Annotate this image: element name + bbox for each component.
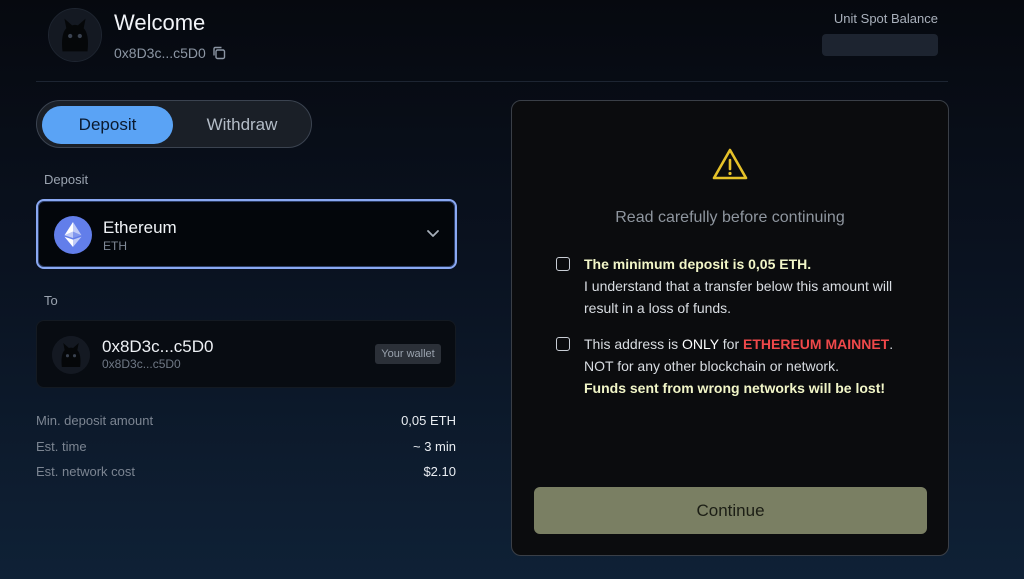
ack-network-only: ONLY bbox=[682, 336, 719, 352]
avatar bbox=[48, 8, 102, 62]
ack-network-name: ETHEREUM MAINNET bbox=[743, 336, 890, 352]
deposit-withdraw-tabs: Deposit Withdraw bbox=[36, 100, 312, 148]
ack-network-checkbox[interactable] bbox=[556, 337, 570, 351]
ack-minimum-checkbox[interactable] bbox=[556, 257, 570, 271]
asset-symbol: ETH bbox=[103, 239, 127, 253]
warning-icon bbox=[712, 148, 748, 180]
ack-network-text: This address is ONLY for ETHEREUM MAINNE… bbox=[584, 333, 914, 399]
tab-deposit[interactable]: Deposit bbox=[42, 106, 173, 144]
header-divider bbox=[36, 81, 948, 82]
chevron-down-icon bbox=[427, 230, 439, 237]
balance-value-placeholder bbox=[822, 34, 938, 56]
ethereum-icon bbox=[54, 216, 92, 254]
destination-address-sub: 0x8D3c...c5D0 bbox=[102, 357, 181, 371]
ack-network-period: . bbox=[889, 336, 894, 352]
balance-label: Unit Spot Balance bbox=[833, 11, 938, 26]
info-value: $2.10 bbox=[423, 464, 456, 479]
deposit-label: Deposit bbox=[44, 172, 89, 187]
ack-network-prefix: This address is bbox=[584, 336, 683, 352]
asset-select[interactable]: Ethereum ETH bbox=[36, 199, 457, 269]
tab-withdraw[interactable]: Withdraw bbox=[177, 106, 307, 144]
info-key: Est. time bbox=[36, 439, 87, 454]
asset-name: Ethereum bbox=[103, 218, 177, 237]
destination-address: 0x8D3c...c5D0 bbox=[102, 337, 214, 356]
your-wallet-badge: Your wallet bbox=[375, 344, 441, 364]
ack-network-line1: This address is ONLY for ETHEREUM MAINNE… bbox=[584, 333, 914, 355]
info-value: 0,05 ETH bbox=[401, 413, 456, 428]
info-key: Min. deposit amount bbox=[36, 413, 154, 428]
panel-heading: Read carefully before continuing bbox=[615, 209, 845, 226]
ack-network-line2: NOT for any other blockchain or network. bbox=[584, 358, 839, 374]
ack-network-for: for bbox=[718, 336, 744, 352]
copy-icon[interactable] bbox=[212, 46, 226, 60]
to-label: To bbox=[44, 293, 58, 308]
ack-minimum-detail: I understand that a transfer below this … bbox=[584, 278, 893, 316]
ack-minimum-bold: The minimum deposit is 0,05 ETH. bbox=[584, 256, 812, 272]
continue-button[interactable]: Continue bbox=[534, 487, 927, 534]
wallet-address: 0x8D3c...c5D0 bbox=[114, 45, 206, 61]
info-value: ~ 3 min bbox=[413, 439, 456, 454]
destination-avatar bbox=[52, 336, 90, 374]
welcome-title: Welcome bbox=[114, 10, 206, 35]
ack-minimum-text: The minimum deposit is 0,05 ETH. I under… bbox=[584, 253, 914, 319]
ack-network-warning: Funds sent from wrong networks will be l… bbox=[584, 380, 886, 396]
info-key: Est. network cost bbox=[36, 464, 135, 479]
wallet-address-row: 0x8D3c...c5D0 bbox=[114, 45, 226, 61]
